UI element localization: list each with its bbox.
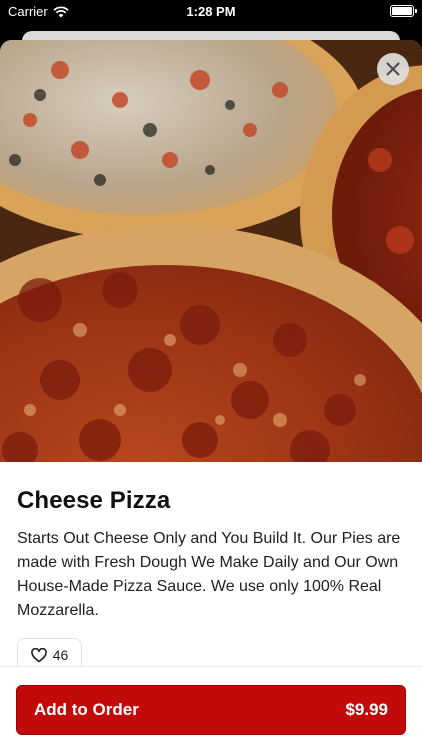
- battery-icon: [390, 5, 417, 17]
- footer-bar: Add to Order $9.99: [0, 666, 422, 750]
- item-price: $9.99: [345, 700, 388, 719]
- item-description: Starts Out Cheese Only and You Build It.…: [17, 530, 401, 619]
- item-title: Cheese Pizza: [17, 487, 171, 514]
- close-button[interactable]: [377, 53, 409, 85]
- item-info: Cheese Pizza Starts Out Cheese Only and …: [17, 487, 405, 623]
- clock: 1:28 PM: [186, 4, 236, 19]
- status-bar: Carrier 1:28 PM: [0, 0, 422, 24]
- item-detail-sheet: Cheese Pizza Starts Out Cheese Only and …: [0, 40, 422, 750]
- close-icon: [386, 62, 400, 76]
- heart-icon: [30, 647, 47, 662]
- like-count: 46: [52, 647, 69, 663]
- add-to-order-label: Add to Order: [34, 700, 139, 719]
- item-photo: [0, 40, 422, 462]
- add-to-order-button[interactable]: Add to Order $9.99: [16, 685, 406, 735]
